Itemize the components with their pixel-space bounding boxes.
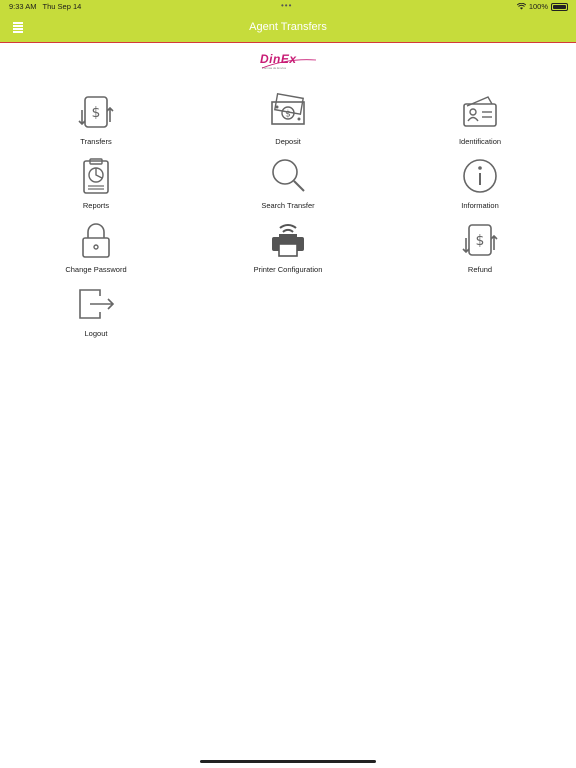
menu-item-label: Transfers [80, 137, 112, 146]
transfer-dollar-icon: $ [78, 96, 114, 128]
menu-item-label: Reports [82, 201, 110, 210]
menu-item-label: Refund [467, 265, 493, 274]
svg-text:$: $ [476, 233, 485, 249]
refund-dollar-icon: $ [462, 224, 498, 256]
home-indicator[interactable] [200, 760, 376, 763]
menu-item-label: Identification [458, 137, 502, 146]
multitasking-dots-icon[interactable]: ••• [281, 1, 292, 10]
page-title: Agent Transfers [249, 21, 327, 33]
dinex-logo: DinEx Formas de Envios [258, 52, 318, 72]
menu-item-label: Change Password [65, 265, 127, 274]
menu-item-information[interactable]: Information [410, 156, 550, 218]
battery-icon [551, 2, 568, 11]
menu-item-transfers[interactable]: $ Transfers [26, 92, 166, 154]
menu-item-label: Printer Configuration [253, 265, 323, 274]
logout-icon [79, 289, 115, 319]
id-card-icon [463, 96, 497, 127]
menu-item-identification[interactable]: Identification [410, 92, 550, 154]
menu-item-label: Search Transfer [261, 201, 315, 210]
padlock-icon [82, 223, 110, 258]
navigation-bar: Agent Transfers [0, 14, 576, 43]
magnifier-icon [272, 159, 305, 192]
svg-text:$: $ [285, 110, 291, 120]
menu-item-refund[interactable]: $ Refund [410, 220, 550, 282]
status-time: 9:33 AM [9, 2, 37, 11]
menu-item-change-password[interactable]: Change Password [26, 220, 166, 282]
menu-item-deposit[interactable]: $ Deposit [218, 92, 358, 154]
menu-item-reports[interactable]: Reports [26, 156, 166, 218]
cash-deposit-icon: $ [271, 93, 305, 125]
battery-percent: 100% [528, 2, 548, 11]
wifi-printer-icon [272, 224, 304, 257]
status-date: Thu Sep 14 [42, 2, 82, 11]
menu-item-logout[interactable]: Logout [26, 284, 166, 346]
menu-item-label: Information [461, 201, 499, 210]
svg-text:$: $ [92, 105, 101, 121]
info-icon [463, 159, 497, 193]
clipboard-report-icon [83, 158, 109, 194]
menu-item-label: Deposit [275, 137, 301, 146]
menu-item-printer-configuration[interactable]: Printer Configuration [218, 220, 358, 282]
menu-item-label: Logout [84, 329, 108, 338]
menu-item-search-transfer[interactable]: Search Transfer [218, 156, 358, 218]
wifi-icon [516, 3, 526, 10]
status-bar: 9:33 AM Thu Sep 14 ••• 100% [0, 0, 576, 14]
